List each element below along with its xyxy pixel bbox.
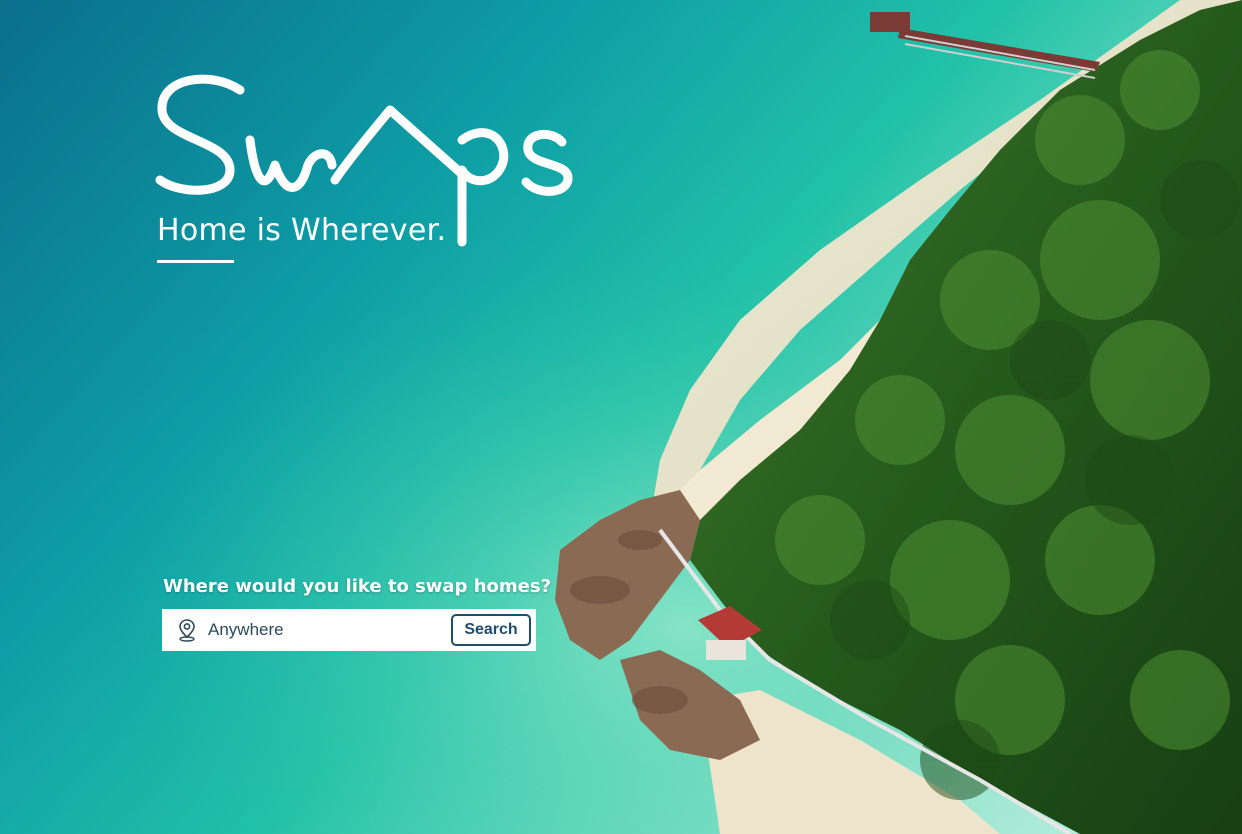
tagline: Home is Wherever. <box>157 213 447 248</box>
tagline-underline <box>157 260 234 263</box>
search-button[interactable]: Search <box>451 614 531 646</box>
location-pin-icon <box>179 619 195 642</box>
search-input[interactable] <box>208 615 451 645</box>
search-bar: Search <box>162 609 536 651</box>
search-prompt: Where would you like to swap homes? <box>163 576 552 597</box>
